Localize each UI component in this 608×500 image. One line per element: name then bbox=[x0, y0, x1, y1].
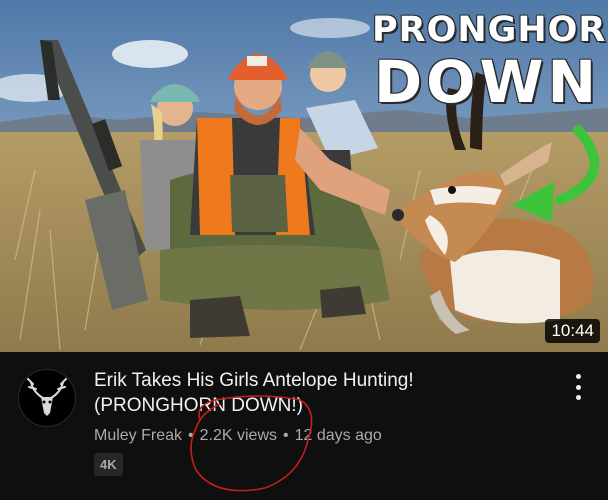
video-title[interactable]: Erik Takes His Girls Antelope Hunting! (… bbox=[94, 368, 534, 418]
video-thumbnail[interactable]: PRONGHORN DOWN 10:44 bbox=[0, 0, 608, 352]
separator-dot: • bbox=[283, 427, 289, 444]
duration-badge: 10:44 bbox=[545, 319, 600, 343]
more-options-button[interactable] bbox=[566, 372, 590, 402]
video-metadata-line: Muley Freak • 2.2K views • 12 days ago bbox=[94, 427, 382, 445]
view-count: 2.2K views bbox=[199, 427, 278, 444]
headline-line1: PRONGHORN bbox=[372, 10, 608, 50]
video-details: Erik Takes His Girls Antelope Hunting! (… bbox=[0, 352, 608, 500]
channel-avatar[interactable] bbox=[18, 369, 76, 427]
deer-skull-logo-icon bbox=[27, 378, 67, 416]
thumbnail-headline: PRONGHORN DOWN bbox=[372, 10, 608, 116]
more-vert-icon bbox=[575, 374, 581, 379]
upload-age: 12 days ago bbox=[294, 427, 382, 444]
headline-line2: DOWN bbox=[374, 48, 600, 116]
quality-badge: 4K bbox=[94, 453, 123, 476]
channel-name[interactable]: Muley Freak bbox=[94, 427, 182, 444]
separator-dot: • bbox=[188, 427, 194, 444]
